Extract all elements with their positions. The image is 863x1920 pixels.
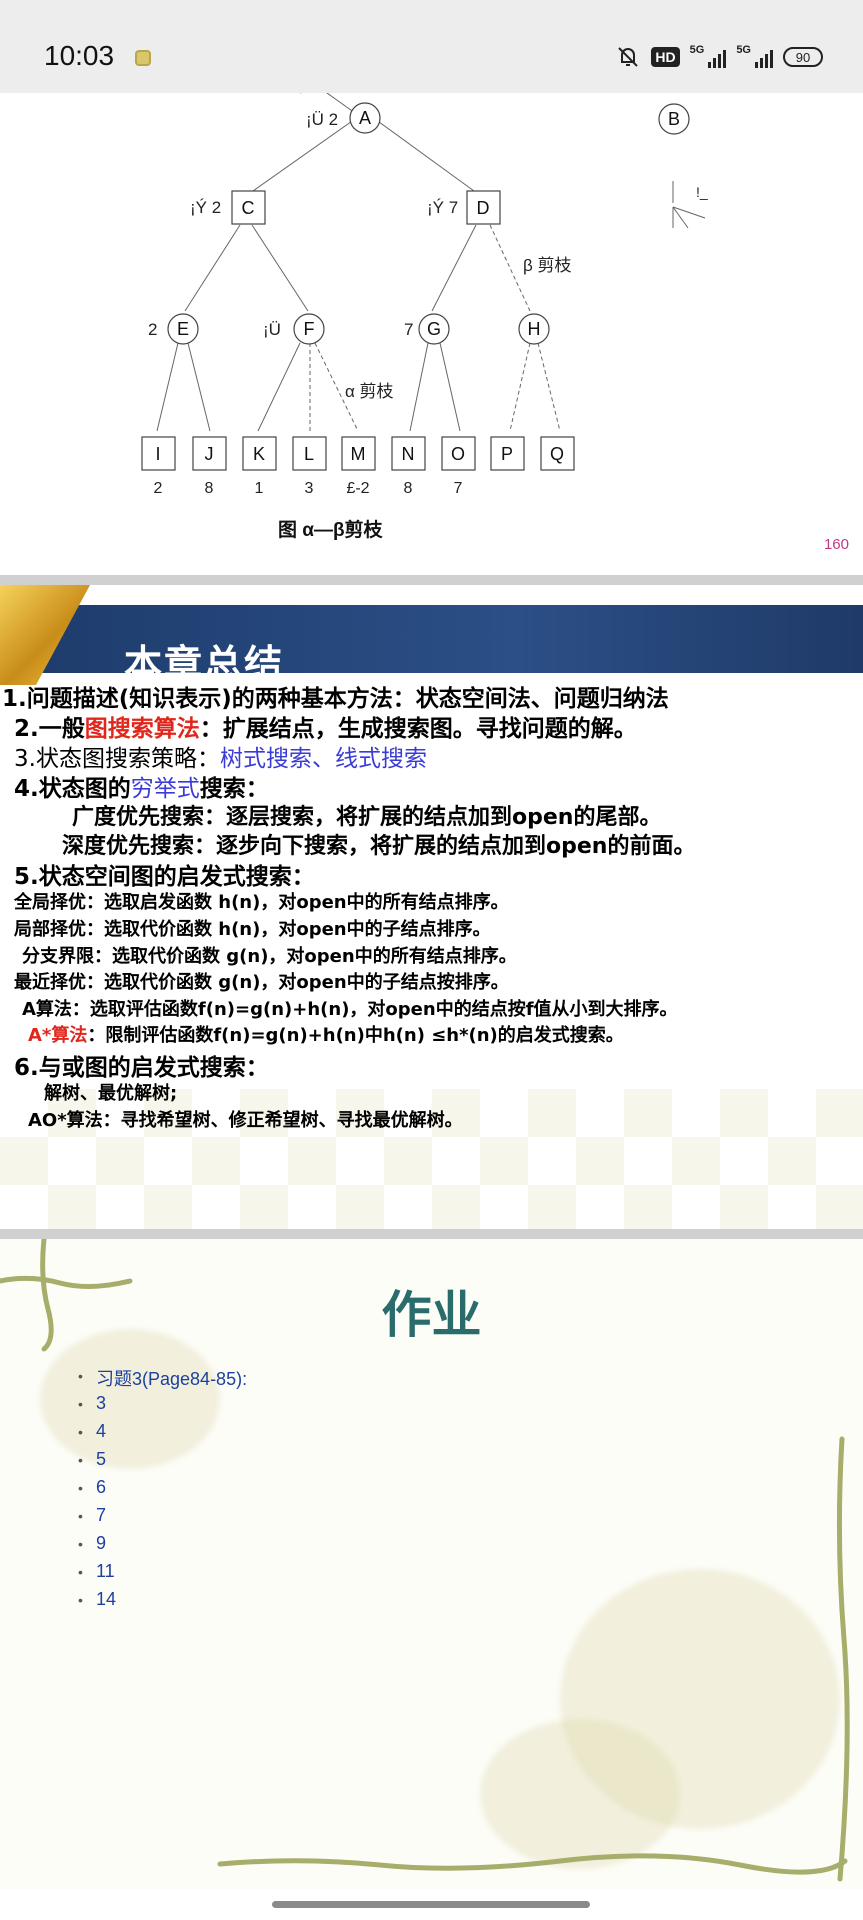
homework-list: 习题3(Page84-85): 3 4 5 6 7 9 11 14 <box>78 1365 247 1617</box>
network-type-label-2: 5G <box>736 44 751 56</box>
homework-item: 3 <box>78 1393 247 1421</box>
homework-item: 习题3(Page84-85): <box>78 1365 247 1393</box>
summary-line-5-1: 全局择优：选取启发函数 h(n)，对open中的所有结点排序。 <box>14 892 509 913</box>
leaf-p-label: P <box>501 444 513 464</box>
status-icons: HD 5G 5G 90 <box>615 44 823 70</box>
leaf-value: 8 <box>404 480 413 497</box>
homework-item: 6 <box>78 1477 247 1505</box>
clock: 10:03 <box>44 40 115 71</box>
node-e-value: 2 <box>148 320 157 339</box>
summary-line-4-1: 广度优先搜索：逐层搜索，将扩展的结点加到open的尾部。 <box>72 805 662 830</box>
slide-alpha-beta-tree: A B C D E F G H I J K L M N O P Q 2 8 1 … <box>0 93 863 575</box>
node-d-label: D <box>477 198 490 218</box>
node-f-value: ¡Ü <box>263 320 281 339</box>
summary-line-4: 4.状态图的穷举式搜索： <box>14 776 269 802</box>
app-notification-icon <box>135 50 151 66</box>
summary-line-6: 6.与或图的启发式搜索： <box>14 1055 269 1081</box>
summary-line-3: 3.状态图搜索策略：树式搜索、线式搜索 <box>14 746 427 772</box>
node-h-label: H <box>528 319 541 339</box>
status-bar: 10:03 HD 5G 5G 90 <box>0 0 863 93</box>
leaf-value: 3 <box>305 480 314 497</box>
node-e-label: E <box>177 319 189 339</box>
node-f-label: F <box>304 319 315 339</box>
leaf-n-label: N <box>402 444 415 464</box>
summary-line-5: 5.状态空间图的启发式搜索： <box>14 864 315 890</box>
network-type-label: 5G <box>689 44 705 56</box>
summary-line-6-1: 解树、最优解树; <box>44 1083 178 1104</box>
summary-line-1: 1.问题描述(知识表示)的两种基本方法：状态空间法、问题归纳法 <box>2 686 669 712</box>
summary-line-4-2: 深度优先搜索：逐步向下搜索，将扩展的结点加到open的前面。 <box>62 834 696 859</box>
leaf-value: 2 <box>154 480 163 497</box>
summary-line-6-2: AO*算法：寻找希望树、修正希望树、寻找最优解树。 <box>28 1110 463 1131</box>
summary-line-5-2: 局部择优：选取代价函数 h(n)，对open中的子结点排序。 <box>14 919 491 940</box>
summary-line-2: 2.一般图搜索算法：扩展结点，生成搜索图。寻找问题的解。 <box>14 716 637 742</box>
beta-cut-label: β 剪枝 <box>523 256 572 275</box>
alpha-cut-label: α 剪枝 <box>345 382 394 401</box>
node-a-value: ¡Ü 2 <box>306 110 338 129</box>
alpha-beta-tree-diagram: A B C D E F G H I J K L M N O P Q 2 8 1 … <box>141 93 708 541</box>
node-g-value: 7 <box>404 320 413 339</box>
leaf-j-label: J <box>205 444 214 464</box>
leaf-l-label: L <box>304 444 314 464</box>
tree-edges <box>156 93 706 432</box>
homework-item: 9 <box>78 1533 247 1561</box>
homework-item: 4 <box>78 1421 247 1449</box>
leaf-m-label: M <box>351 444 366 464</box>
node-c-label: C <box>242 198 255 218</box>
summary-line-5-3: 分支界限：选取代价函数 g(n)，对open中的所有结点排序。 <box>22 946 517 967</box>
slide-homework: 作业 习题3(Page84-85): 3 4 5 6 7 9 11 14 <box>0 1239 863 1889</box>
leaf-q-label: Q <box>550 444 564 464</box>
leaf-value: 7 <box>454 480 463 497</box>
node-g-label: G <box>427 319 441 339</box>
figure-caption: 图 α—β剪枝 <box>278 518 384 541</box>
node-a-label: A <box>359 108 371 128</box>
mute-bell-icon <box>618 47 639 67</box>
signal-strength-icon-2 <box>755 46 773 68</box>
battery-icon: 90 <box>783 47 823 67</box>
leaf-o-label: O <box>451 444 465 464</box>
homework-item: 11 <box>78 1561 247 1589</box>
leaf-value: £-2 <box>346 480 369 497</box>
homework-item: 14 <box>78 1589 247 1617</box>
homework-item: 5 <box>78 1449 247 1477</box>
homework-title: 作业 <box>381 1286 482 1344</box>
slide-separator <box>0 1229 863 1239</box>
signal-strength-icon <box>708 46 727 68</box>
node-d-value: ¡Ý 7 <box>427 198 458 217</box>
hd-voice-icon: HD <box>651 47 680 67</box>
homework-item: 7 <box>78 1505 247 1533</box>
leaf-value: 1 <box>255 480 264 497</box>
slide-chapter-summary: 本章总结 1.问题描述(知识表示)的两种基本方法：状态空间法、问题归纳法 2.一… <box>0 585 863 1229</box>
page-number: 160 <box>823 536 849 553</box>
slide-separator <box>0 575 863 585</box>
node-c-value: ¡Ý 2 <box>190 198 221 217</box>
leaf-value: 8 <box>205 480 214 497</box>
summary-line-5-6: A*算法：限制评估函数f(n)=g(n)+h(n)中h(n) ≤h*(n)的启发… <box>28 1025 624 1046</box>
leaf-i-label: I <box>155 444 160 464</box>
summary-line-5-4: 最近择优：选取代价函数 g(n)，对open中的子结点按排序。 <box>14 972 509 993</box>
navigation-bar <box>0 1889 863 1920</box>
node-b-mark: !_ <box>696 184 708 200</box>
summary-line-5-5: A算法：选取评估函数f(n)=g(n)+h(n)，对open中的结点按f值从小到… <box>22 999 678 1020</box>
node-b-label: B <box>668 109 680 129</box>
leaf-k-label: K <box>253 444 265 464</box>
home-gesture-handle[interactable] <box>272 1901 590 1908</box>
